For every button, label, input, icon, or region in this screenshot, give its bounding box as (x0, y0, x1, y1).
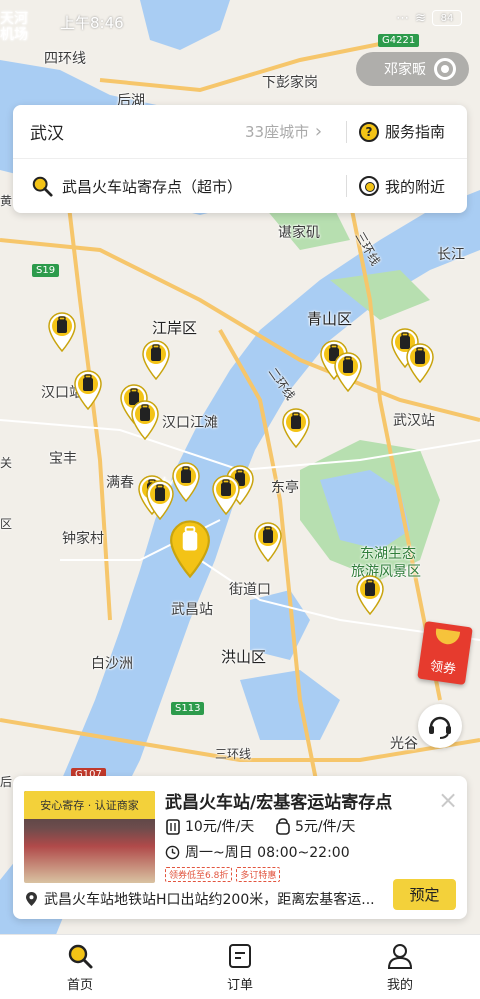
bottom-tab-bar: 首页 订单 我的 (0, 934, 480, 999)
luggage-pin-icon[interactable] (333, 352, 363, 393)
book-button[interactable]: 预定 (393, 879, 456, 910)
question-icon: ? (359, 121, 379, 142)
map-label-baishazhou: 白沙洲 (91, 656, 133, 672)
map-label-wuchangzhan: 武昌站 (171, 602, 213, 618)
road-badge-s113: S113 (171, 702, 205, 715)
map-label-manchun: 满春 (106, 475, 134, 491)
target-icon (359, 176, 379, 196)
map-label-changjiang: 长江 (437, 247, 465, 263)
search-input[interactable]: 武昌火车站寄存点（超市） (62, 176, 242, 197)
map-label-guan: 关 (0, 456, 13, 470)
service-guide-button[interactable]: ? 服务指南 (359, 121, 445, 142)
luggage-pin-icon[interactable] (47, 312, 77, 353)
map-label-donghu: 东湖生态 (360, 546, 416, 562)
coupon-label: 领券 (428, 659, 457, 678)
map-label-qingshanqu: 青山区 (307, 310, 353, 328)
battery-icon: 84 (432, 10, 462, 26)
nearby-button[interactable]: 我的附近 (359, 176, 445, 197)
luggage-pin-icon[interactable] (253, 522, 283, 563)
map-label-jianganqu: 江岸区 (152, 319, 198, 337)
map-label-hou: 后 (0, 775, 13, 789)
luggage-pin-icon[interactable] (355, 575, 385, 616)
tab-orders[interactable]: 订单 (160, 935, 320, 999)
store-address: 武昌火车站地铁站H口出站约200米，距离宏基客运... (25, 889, 387, 909)
luggage-pin-icon[interactable] (211, 475, 241, 516)
luggage-pin-icon[interactable] (281, 408, 311, 449)
luggage-pin-icon[interactable] (130, 400, 160, 441)
store-title: 武昌火车站/宏基客运站寄存点 (165, 793, 393, 813)
map-label-baofeng: 宝丰 (49, 451, 77, 467)
road-badge-s19: S19 (32, 264, 60, 277)
search-icon (32, 176, 53, 197)
luggage-pin-icon[interactable] (405, 343, 435, 384)
coupon-button[interactable]: 领券 (417, 620, 473, 686)
luggage-pin-icon[interactable] (171, 462, 201, 503)
nearby-label: 我的附近 (385, 177, 446, 196)
search-icon (68, 944, 93, 968)
price-small-item: 5元/件/天 (275, 816, 355, 836)
luggage-pin-icon[interactable] (168, 520, 212, 579)
tab-home[interactable]: 首页 (0, 935, 160, 999)
map-label-sihuanxian: 四环线 (44, 51, 86, 67)
hours-label: 周一~周日 08:00~22:00 (185, 845, 350, 861)
orders-icon (229, 943, 251, 968)
opening-hours: 周一~周日 08:00~22:00 (165, 842, 350, 862)
map-label-wuhanzhan: 武汉站 (393, 413, 435, 429)
current-location-label: 邓家畈 (384, 62, 426, 78)
divider (346, 175, 347, 197)
address-label: 武昌火车站地铁站H口出站约200米，距离宏基客运... (44, 892, 375, 908)
map-label-sanhuanxian2: 三环线 (215, 747, 252, 761)
store-thumbnail[interactable]: 安心寄存 · 认证商家 (24, 791, 155, 883)
bag-icon (276, 818, 290, 835)
signal-icon: ⋯ (396, 10, 410, 26)
map-label-jiedaokou: 街道口 (229, 582, 271, 598)
luggage-pin-icon[interactable] (73, 370, 103, 411)
city-selector[interactable]: 武汉 (30, 119, 64, 144)
price-large-item: 10元/件/天 (165, 816, 254, 836)
tab-home-label: 首页 (66, 977, 93, 993)
tab-orders-label: 订单 (226, 977, 253, 993)
discount-tag: 领券低至6.8折 (165, 867, 233, 882)
divider (346, 121, 347, 143)
certified-badge: 安心寄存 · 认证商家 (24, 791, 155, 819)
map-label-guanggu: 光谷 (390, 736, 418, 752)
luggage-pin-icon[interactable] (141, 340, 171, 381)
multi-order-tag: 多订特惠 (236, 867, 281, 882)
service-guide-label: 服务指南 (385, 123, 446, 141)
tab-mine[interactable]: 我的 (320, 935, 480, 999)
headset-icon (429, 716, 451, 739)
location-icon (26, 892, 37, 906)
map-label-yan: 黄 (0, 194, 13, 208)
map-label-hankoujiangtan: 汉口江滩 (162, 415, 218, 431)
current-location-chip[interactable]: 邓家畈 (356, 52, 469, 86)
close-icon[interactable]: × (438, 786, 458, 814)
map-label-xieji: 谌家矶 (278, 225, 320, 241)
map-label-zhongjiacun: 钟家村 (62, 531, 104, 547)
search-card: 武汉 33座城市 ? 服务指南 武昌火车站寄存点（超市） 我的附近 (13, 105, 467, 213)
locate-icon (434, 58, 456, 80)
store-info-card[interactable]: 安心寄存 · 认证商家 武昌火车站/宏基客运站寄存点 × 10元/件/天 5元/… (13, 776, 467, 919)
user-icon (387, 943, 413, 969)
price-large-label: 10元/件/天 (185, 819, 255, 835)
map-label-dongting: 东亭 (271, 480, 299, 496)
status-bar: 上午8:46 ⋯ ≋ 84 (0, 0, 480, 44)
clock-icon (165, 845, 180, 859)
luggage-icon (166, 819, 180, 835)
wifi-icon: ≋ (415, 10, 426, 26)
price-small-label: 5元/件/天 (295, 819, 356, 835)
customer-service-button[interactable] (418, 704, 462, 748)
tab-mine-label: 我的 (386, 977, 413, 993)
map-label-xiapeng: 下彭家岗 (262, 75, 318, 91)
status-time: 上午8:46 (60, 14, 124, 32)
city-count-link[interactable]: 33座城市 (245, 121, 322, 142)
map-label-hongshanqu: 洪山区 (221, 648, 267, 666)
map-label-qu: 区 (0, 517, 13, 531)
